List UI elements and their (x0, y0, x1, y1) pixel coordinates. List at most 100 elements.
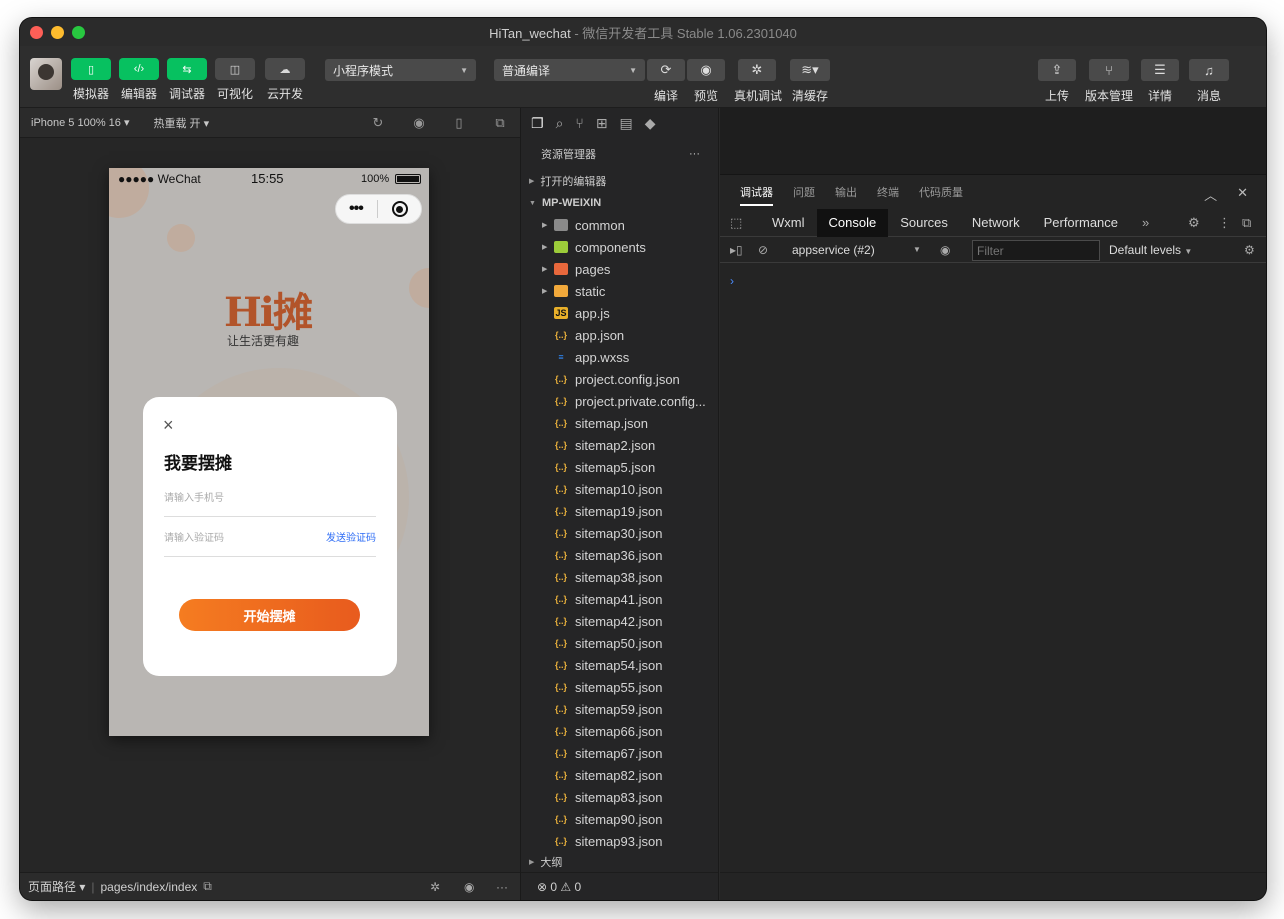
simulator-toggle-button[interactable]: ▯ 模拟器 (71, 58, 111, 102)
gear-icon[interactable]: ⚙ (1188, 215, 1200, 231)
detach-window-icon[interactable]: ⧉ (492, 115, 508, 131)
close-icon[interactable]: ✕ (1237, 185, 1248, 204)
tree-file[interactable]: {..} sitemap54.json (521, 654, 718, 676)
project-section[interactable]: ▼ MP-WEIXIN (521, 192, 718, 214)
collapse-icon[interactable]: ︿ (1204, 185, 1217, 204)
tree-file[interactable]: {..} sitemap2.json (521, 434, 718, 456)
copy-icon[interactable]: ⧉ (203, 879, 212, 894)
tree-file[interactable]: {..} sitemap55.json (521, 676, 718, 698)
kebab-menu-icon[interactable]: ⋮ (1218, 215, 1231, 231)
tab-debugger[interactable]: 调试器 (740, 184, 773, 206)
visual-toggle-button[interactable]: ◫ 可视化 (215, 58, 255, 102)
storage-icon[interactable]: ▤ (620, 115, 633, 132)
compile-button[interactable]: ⟳ (647, 59, 685, 81)
device-icon[interactable]: ▯ (451, 115, 467, 131)
filter-input[interactable] (972, 240, 1100, 261)
tree-file[interactable]: {..} app.json (521, 324, 718, 346)
user-avatar[interactable] (30, 58, 62, 90)
page-path-select[interactable]: 页面路径 ▾ (28, 878, 85, 895)
close-miniprogram-icon[interactable] (391, 201, 408, 217)
record-icon[interactable]: ◉ (411, 115, 427, 131)
preview-button[interactable]: ◉ (687, 59, 725, 81)
search-icon[interactable]: ⌕ (556, 115, 564, 132)
tree-file[interactable]: {..} sitemap50.json (521, 632, 718, 654)
problems-status[interactable]: ⊗ 0 ⚠ 0 (521, 872, 718, 900)
close-window-button[interactable] (30, 26, 43, 39)
more-panels-button[interactable]: » (1130, 209, 1161, 237)
tree-file[interactable]: {..} sitemap41.json (521, 588, 718, 610)
tree-file[interactable]: {..} sitemap93.json (521, 830, 718, 852)
open-editors-section[interactable]: ▶ 打开的编辑器 (521, 170, 718, 192)
tree-file[interactable]: {..} sitemap82.json (521, 764, 718, 786)
phone-input[interactable]: 请输入手机号 (164, 477, 376, 517)
gear-icon[interactable]: ⚙ (1244, 243, 1255, 257)
tree-folder-pages[interactable]: ▶ pages (521, 258, 718, 280)
rotate-icon[interactable]: ↻ (370, 115, 386, 131)
code-input[interactable]: 请输入验证码 发送验证码 (164, 517, 376, 557)
tree-file[interactable]: JS app.js (521, 302, 718, 324)
tree-folder-static[interactable]: ▶ static (521, 280, 718, 302)
remote-debug-button[interactable]: ✲ (738, 59, 776, 81)
tree-file[interactable]: {..} sitemap5.json (521, 456, 718, 478)
tab-console[interactable]: Console (816, 208, 889, 237)
tree-file[interactable]: {..} sitemap66.json (521, 720, 718, 742)
more-icon[interactable]: ··· (496, 880, 508, 894)
levels-select[interactable]: Default levels ▼ (1109, 243, 1192, 257)
bug-icon[interactable]: ✲ (430, 880, 440, 894)
tree-file[interactable]: {..} project.config.json (521, 368, 718, 390)
outline-section[interactable]: ▶ 大纲 (521, 852, 718, 872)
tree-file[interactable]: {..} sitemap36.json (521, 544, 718, 566)
extensions-icon[interactable]: ⊞ (596, 115, 608, 132)
console-prompt[interactable]: › (730, 274, 734, 288)
tab-sources[interactable]: Sources (888, 209, 960, 237)
eye-icon[interactable]: ◉ (464, 880, 474, 894)
tree-file[interactable]: {..} project.private.config... (521, 390, 718, 412)
editor-toggle-button[interactable]: ‹/› 编辑器 (119, 58, 159, 102)
tab-code-quality[interactable]: 代码质量 (919, 184, 963, 200)
dock-icon[interactable]: ⧉ (1242, 215, 1251, 231)
tree-file[interactable]: {..} sitemap19.json (521, 500, 718, 522)
tab-performance[interactable]: Performance (1032, 209, 1130, 237)
context-select[interactable]: appservice (#2) (792, 243, 875, 257)
tree-file[interactable]: {..} sitemap90.json (521, 808, 718, 830)
tree-file[interactable]: {..} sitemap83.json (521, 786, 718, 808)
tree-file[interactable]: {..} sitemap30.json (521, 522, 718, 544)
tree-folder-common[interactable]: ▶ common (521, 214, 718, 236)
close-icon[interactable]: × (163, 415, 174, 436)
tab-network[interactable]: Network (960, 209, 1032, 237)
tree-file[interactable]: {..} sitemap67.json (521, 742, 718, 764)
tree-file[interactable]: {..} sitemap42.json (521, 610, 718, 632)
docker-icon[interactable]: ◆ (645, 115, 656, 132)
maximize-window-button[interactable] (72, 26, 85, 39)
tab-terminal[interactable]: 终端 (877, 184, 899, 200)
hot-reload-toggle[interactable]: 热重载 开 ▾ (154, 115, 210, 131)
clear-cache-button[interactable]: ≋▾ (790, 59, 830, 81)
tree-file[interactable]: ≡ app.wxss (521, 346, 718, 368)
explorer-more-button[interactable]: ··· (689, 148, 700, 160)
compile-select[interactable]: 普通编译 ▼ (494, 59, 645, 81)
messages-button[interactable]: ♫ (1189, 59, 1229, 81)
send-code-link[interactable]: 发送验证码 (326, 529, 376, 544)
eye-icon[interactable]: ◉ (940, 243, 950, 257)
tree-file[interactable]: {..} sitemap.json (521, 412, 718, 434)
git-icon[interactable]: ⑂ (575, 115, 583, 131)
upload-button[interactable]: ⇪ (1038, 59, 1076, 81)
more-dots-icon[interactable]: ••• (349, 200, 364, 218)
inspect-icon[interactable]: ⬚ (730, 215, 742, 231)
minimize-window-button[interactable] (51, 26, 64, 39)
device-select[interactable]: iPhone 5 100% 16 ▾ (31, 116, 130, 129)
sidebar-toggle-icon[interactable]: ▸▯ (730, 243, 743, 257)
tree-folder-components[interactable]: ▶ components (521, 236, 718, 258)
tab-problems[interactable]: 问题 (793, 184, 815, 200)
clear-console-icon[interactable]: ⊘ (758, 243, 768, 257)
cloud-dev-button[interactable]: ☁ 云开发 (265, 58, 305, 102)
tree-file[interactable]: {..} sitemap59.json (521, 698, 718, 720)
start-button[interactable]: 开始摆摊 (179, 599, 360, 631)
mode-select[interactable]: 小程序模式 ▼ (325, 59, 476, 81)
details-button[interactable]: ☰ (1141, 59, 1179, 81)
debugger-toggle-button[interactable]: ⇆ 调试器 (167, 58, 207, 102)
version-button[interactable]: ⑂ (1089, 59, 1129, 81)
tree-file[interactable]: {..} sitemap38.json (521, 566, 718, 588)
tree-file[interactable]: {..} sitemap10.json (521, 478, 718, 500)
tab-output[interactable]: 输出 (835, 184, 857, 200)
